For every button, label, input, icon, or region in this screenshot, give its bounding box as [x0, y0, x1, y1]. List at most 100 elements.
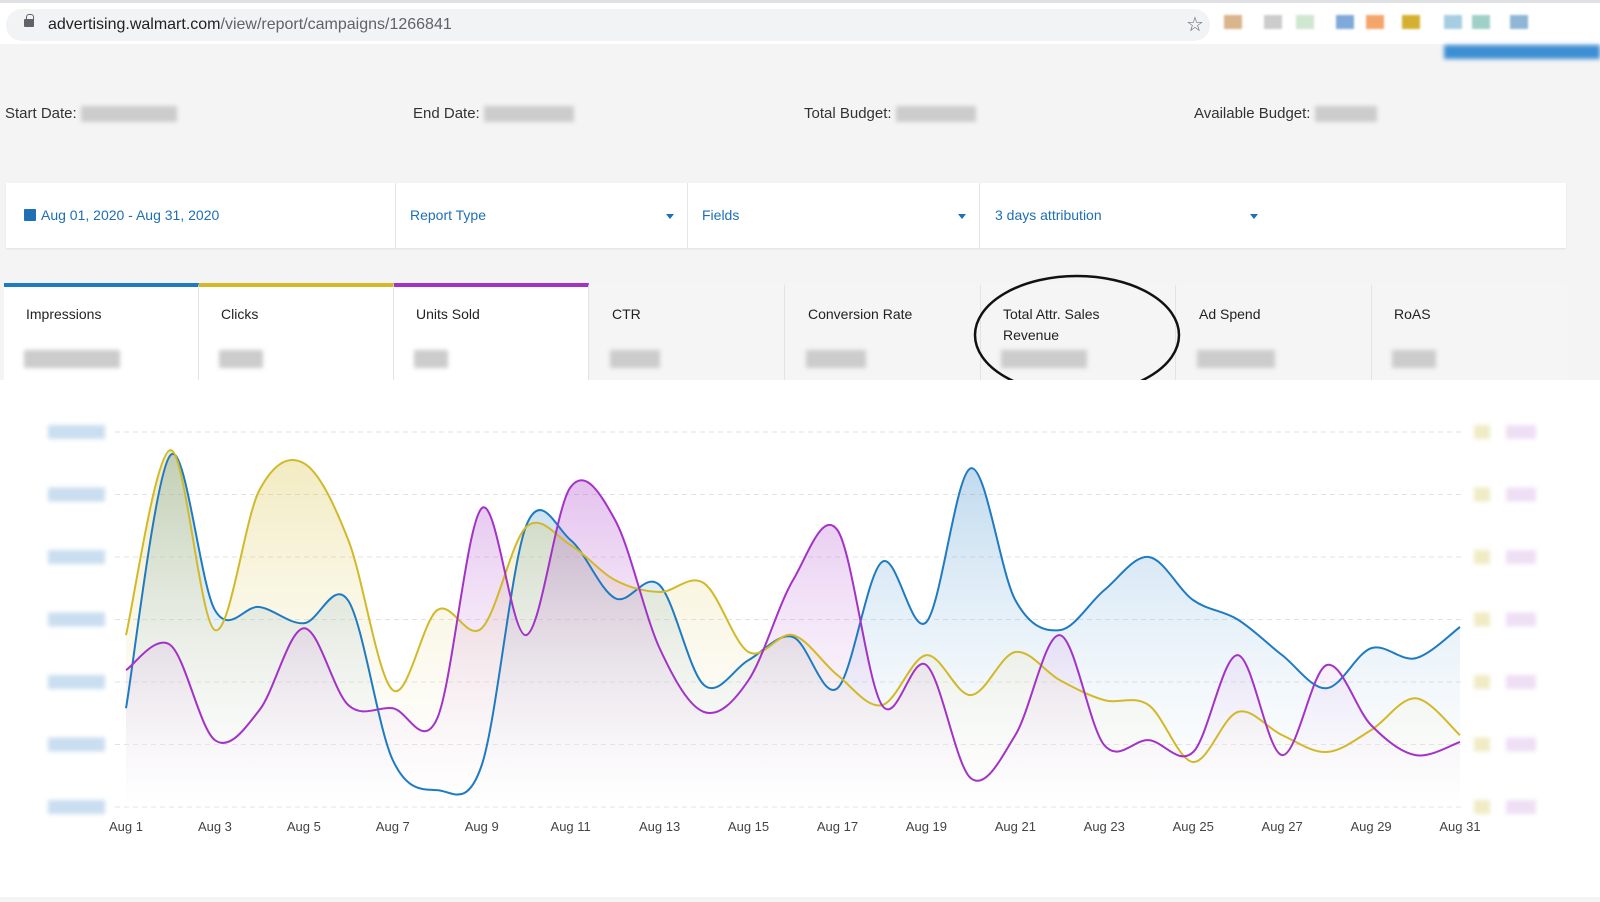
report-type-label: Report Type [410, 207, 486, 223]
extension-icon[interactable] [1336, 15, 1354, 29]
tab-label: Impressions [26, 304, 156, 325]
performance-chart: Aug 1Aug 3Aug 5Aug 7Aug 9Aug 11Aug 13Aug… [0, 380, 1600, 897]
left-y-tick-label-obscured [48, 613, 105, 627]
browser-toolbar: advertising.walmart.com/view/report/camp… [0, 0, 1600, 44]
tab-label: Clicks [221, 304, 351, 325]
tab-value [24, 350, 120, 368]
tab-impressions[interactable]: Impressions [4, 283, 199, 380]
x-tick-label: Aug 17 [817, 819, 858, 834]
end-date: End Date: [413, 105, 574, 122]
profile-banner [1444, 45, 1600, 59]
extension-icon[interactable] [1296, 15, 1314, 29]
right-y-tick-label-obscured [1506, 800, 1536, 814]
tab-value [1392, 350, 1436, 368]
left-y-tick-label-obscured [48, 550, 105, 564]
right-y-tick-label-obscured [1506, 488, 1536, 502]
extension-icon[interactable] [1224, 15, 1242, 29]
right-y-tick-label-obscured [1506, 550, 1536, 564]
x-tick-label: Aug 31 [1439, 819, 1480, 834]
extension-icon[interactable] [1510, 15, 1528, 29]
right-y-tick-label-obscured [1474, 613, 1490, 627]
url-domain: advertising.walmart.com [48, 16, 221, 33]
url-path: /view/report/campaigns/1266841 [221, 16, 452, 33]
x-tick-label: Aug 25 [1173, 819, 1214, 834]
tab-value [219, 350, 263, 368]
tab-value [1001, 350, 1087, 368]
start-date: Start Date: [5, 105, 177, 122]
date-range-text: Aug 01, 2020 - Aug 31, 2020 [41, 207, 219, 223]
tab-value [806, 350, 866, 368]
right-y-tick-label-obscured [1506, 613, 1536, 627]
extension-icon[interactable] [1444, 15, 1462, 29]
x-tick-label: Aug 27 [1262, 819, 1303, 834]
right-y-tick-label-obscured [1506, 425, 1536, 439]
right-y-tick-label-obscured [1474, 800, 1490, 814]
right-y-tick-label-obscured [1506, 738, 1536, 752]
extension-icon[interactable] [1264, 15, 1282, 29]
tab-ad-spend[interactable]: Ad Spend [1177, 283, 1372, 380]
x-tick-label: Aug 19 [906, 819, 947, 834]
x-tick-label: Aug 15 [728, 819, 769, 834]
tab-clicks[interactable]: Clicks [199, 283, 394, 380]
tab-label: Conversion Rate [808, 304, 938, 325]
available-budget-value [1315, 106, 1377, 122]
caret-down-icon [1250, 214, 1258, 219]
x-tick-label: Aug 9 [465, 819, 499, 834]
fields-dropdown[interactable]: Fields [688, 183, 980, 248]
left-y-tick-label-obscured [48, 800, 105, 814]
end-date-label: End Date: [413, 105, 480, 122]
tab-ctr[interactable]: CTR [590, 283, 785, 380]
tab-label: Total Attr. Sales Revenue [1003, 304, 1133, 346]
start-date-label: Start Date: [5, 105, 77, 122]
right-y-tick-label-obscured [1474, 550, 1490, 564]
tab-value [414, 350, 448, 368]
filter-bar: Aug 01, 2020 - Aug 31, 2020 Report Type … [6, 183, 1566, 248]
tab-roas[interactable]: RoAS [1372, 283, 1567, 380]
tab-label: CTR [612, 304, 742, 325]
x-tick-label: Aug 1 [109, 819, 143, 834]
url-text[interactable]: advertising.walmart.com/view/report/camp… [48, 16, 452, 34]
x-tick-label: Aug 29 [1350, 819, 1391, 834]
right-y-tick-label-obscured [1474, 738, 1490, 752]
bookmark-star-icon[interactable]: ☆ [1186, 12, 1204, 37]
extension-icon[interactable] [1472, 15, 1490, 29]
x-tick-label: Aug 23 [1084, 819, 1125, 834]
tab-label: Units Sold [416, 304, 546, 325]
right-y-tick-label-obscured [1474, 488, 1490, 502]
x-tick-label: Aug 13 [639, 819, 680, 834]
address-bar[interactable]: advertising.walmart.com/view/report/camp… [6, 9, 1210, 41]
right-y-tick-label-obscured [1474, 425, 1490, 439]
report-type-dropdown[interactable]: Report Type [396, 183, 688, 248]
extension-icon[interactable] [1402, 15, 1420, 29]
date-range-picker[interactable]: Aug 01, 2020 - Aug 31, 2020 [6, 183, 396, 248]
right-y-tick-label-obscured [1506, 675, 1536, 689]
available-budget: Available Budget: [1194, 105, 1377, 122]
total-budget-label: Total Budget: [804, 105, 892, 122]
tab-units-sold[interactable]: Units Sold [394, 283, 589, 380]
attribution-label: 3 days attribution [995, 207, 1102, 223]
tab-value [1197, 350, 1275, 368]
right-y-tick-label-obscured [1474, 675, 1490, 689]
lock-icon [24, 19, 34, 27]
end-date-value [484, 106, 574, 122]
left-y-tick-label-obscured [48, 488, 105, 502]
tab-total-attr-sales-revenue[interactable]: Total Attr. Sales Revenue [981, 283, 1176, 380]
tab-label: Ad Spend [1199, 304, 1329, 325]
left-y-tick-label-obscured [48, 738, 105, 752]
x-tick-label: Aug 7 [376, 819, 410, 834]
available-budget-label: Available Budget: [1194, 105, 1310, 122]
metric-tabs: Impressions Clicks Units Sold CTR Conver… [4, 283, 1568, 380]
chart-panel: Aug 1Aug 3Aug 5Aug 7Aug 9Aug 11Aug 13Aug… [0, 380, 1600, 897]
attribution-dropdown[interactable]: 3 days attribution [980, 183, 1272, 248]
x-tick-label: Aug 3 [198, 819, 232, 834]
total-budget-value [896, 106, 976, 122]
extension-icon[interactable] [1366, 15, 1384, 29]
left-y-tick-label-obscured [48, 675, 105, 689]
x-tick-label: Aug 5 [287, 819, 321, 834]
tab-conversion-rate[interactable]: Conversion Rate [786, 283, 981, 380]
calendar-icon [24, 209, 36, 221]
caret-down-icon [666, 214, 674, 219]
start-date-value [81, 106, 177, 122]
total-budget: Total Budget: [804, 105, 976, 122]
tab-label: RoAS [1394, 304, 1524, 325]
